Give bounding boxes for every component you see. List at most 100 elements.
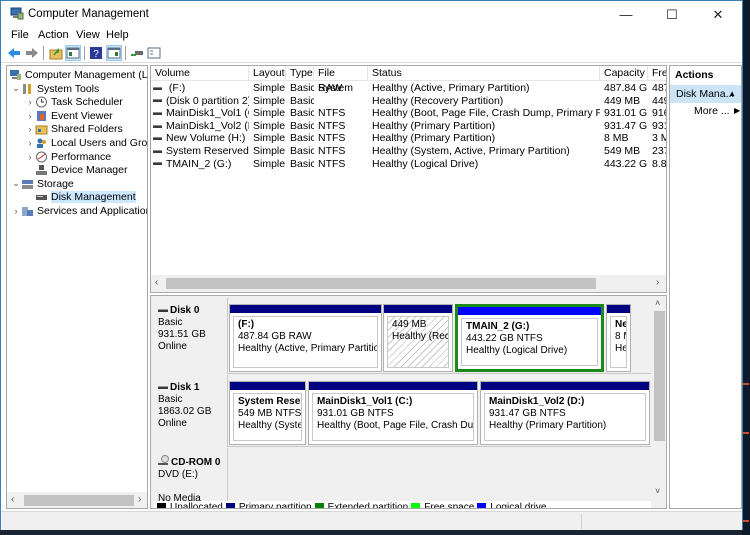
volume-cell-volume: New Volume (H:) — [153, 132, 249, 145]
menu-action[interactable]: Action — [38, 29, 69, 41]
column-file-system[interactable]: File System — [314, 66, 368, 94]
partition-block[interactable]: TMAIN_2 (G:) 443.22 GB NTFS Healthy (Logic… — [455, 304, 604, 372]
volume-row[interactable]: New Volume (H:) Simple Basic NTFS Healthy (P… — [151, 132, 666, 145]
partition-details: New Volume (H:)8 MBHealthy — [610, 316, 627, 368]
cell-text: Healthy (Primary Partition) — [372, 119, 496, 132]
collapsed-chevron-icon[interactable]: › — [25, 138, 35, 148]
cell-text: 237 — [652, 145, 666, 157]
cell-text: Healthy (Primary Partition) — [372, 132, 496, 145]
volume-list-horizontal-scrollbar[interactable]: ‹ › — [151, 275, 666, 292]
volume-cell-free: 8.84 — [652, 158, 666, 171]
tree-item-local-users-and-groups[interactable]: › Local Users and Groups — [25, 136, 148, 149]
scroll-left-arrow[interactable]: ‹ — [11, 494, 14, 505]
tree-item-disk-management[interactable]: Disk Management — [25, 191, 136, 204]
disk-info-cd-rom-0[interactable]: CD-ROM 0 DVD (E:) No Media — [154, 448, 228, 506]
volume-cell-status: Healthy (Boot, Page File, Crash Dump, Pr… — [372, 107, 600, 120]
column-free[interactable]: Free — [648, 66, 666, 81]
tree-item-device-manager[interactable]: Device Manager — [25, 164, 127, 177]
cell-text: 916 — [652, 107, 666, 120]
maximize-button[interactable]: ☐ — [649, 1, 695, 28]
forward-arrow-icon[interactable] — [25, 46, 39, 60]
partition-block[interactable]: System Reserved549 MB NTFSHealthy (Syste… — [229, 381, 306, 445]
close-button[interactable]: ✕ — [695, 1, 741, 28]
scroll-thumb[interactable] — [24, 495, 134, 506]
disk-name: Disk 1 — [158, 382, 227, 394]
volume-row[interactable]: System Reserved Simple Basic NTFS Healthy (S… — [151, 145, 666, 158]
actions-more-item[interactable]: More ... ▶ — [694, 105, 740, 117]
scroll-right-arrow[interactable]: › — [138, 494, 141, 505]
volume-row[interactable]: TMAIN_2 (G:) Simple Basic NTFS Healthy (Logi… — [151, 158, 666, 171]
volume-row[interactable]: MainDisk1_Vol2 (D:) Simple Basic NTFS Health… — [151, 120, 666, 133]
svg-text:?: ? — [93, 49, 99, 60]
actions-section-disk-management[interactable]: Disk Mana... ▲ — [670, 85, 741, 103]
tree-item-event-viewer[interactable]: › Event Viewer — [25, 109, 113, 122]
expanded-chevron-icon[interactable]: ⌄ — [11, 178, 21, 189]
tree-item-shared-folders[interactable]: › Shared Folders — [25, 123, 123, 136]
back-arrow-icon[interactable] — [7, 46, 21, 60]
tree-item-label: Disk Management — [51, 191, 136, 204]
menu-view[interactable]: View — [76, 29, 100, 41]
column-type[interactable]: Type — [286, 66, 314, 81]
volume-cell-fs: NTFS — [318, 158, 368, 171]
computer-management-icon — [10, 7, 24, 20]
disk-view-vertical-scrollbar[interactable]: ˄ ˅ — [652, 296, 666, 508]
scroll-up-arrow[interactable]: ˄ — [655, 298, 660, 308]
tree-item-services-and-applications[interactable]: › Services and Applications — [11, 204, 148, 217]
tree-item-task-scheduler[interactable]: › Task Scheduler — [25, 96, 123, 109]
menu-file[interactable]: File — [11, 29, 29, 41]
partition-block[interactable]: MainDisk1_Vol2 (D:) 931.47 GB NTFS Healthy… — [480, 381, 650, 445]
collapse-up-icon[interactable]: ▲ — [728, 85, 736, 103]
partition-block[interactable]: (F:) 487.84 GB RAW Healthy (Active, Primar… — [229, 304, 382, 372]
partition-block[interactable]: New Volume (H:)8 MBHealthy — [606, 304, 631, 372]
column-layout[interactable]: Layout — [249, 66, 286, 81]
column-capacity[interactable]: Capacity — [600, 66, 648, 81]
title-bar[interactable]: Computer Management — ☐ ✕ — [1, 1, 742, 28]
volume-row[interactable]: MainDisk1_Vol1 (C:) Simple Basic NTFS Health… — [151, 107, 666, 120]
help-icon[interactable]: ? — [89, 46, 103, 60]
volume-row[interactable]: (F:) Simple Basic RAW Healthy (Active, Prima… — [151, 82, 666, 95]
show-hide-action-pane-icon[interactable] — [106, 45, 122, 61]
tree-root-computer-management[interactable]: Computer Management (Local — [9, 68, 147, 81]
partition-name: MainDisk1_Vol1 (C:) — [317, 396, 413, 407]
properties-icon[interactable] — [147, 46, 161, 60]
expanded-chevron-icon[interactable]: ⌄ — [11, 83, 21, 94]
partition-block[interactable]: MainDisk1_Vol1 (C:) 931.01 GB NTFS Healthy… — [308, 381, 478, 445]
disk-info-disk-0[interactable]: Disk 0 Basic 931.51 GB Online — [154, 298, 228, 374]
scroll-left-arrow[interactable]: ‹ — [155, 277, 158, 288]
up-folder-icon[interactable] — [49, 46, 63, 60]
tree-item-system-tools[interactable]: ⌄ System Tools — [11, 82, 99, 95]
connect-icon[interactable] — [130, 46, 144, 60]
scroll-right-arrow[interactable]: › — [656, 277, 659, 288]
event-viewer-icon — [37, 110, 46, 121]
menu-help[interactable]: Help — [106, 29, 129, 41]
scroll-thumb[interactable] — [654, 311, 665, 441]
disk-drive-icon — [158, 385, 168, 389]
disk-info-disk-1[interactable]: Disk 1 Basic 1863.02 GB Online — [154, 375, 228, 447]
collapsed-chevron-icon[interactable]: › — [25, 111, 35, 121]
collapsed-chevron-icon[interactable]: › — [25, 124, 35, 134]
tree-item-storage[interactable]: ⌄ Storage — [11, 177, 74, 190]
minimize-button[interactable]: — — [603, 1, 649, 28]
collapsed-chevron-icon[interactable]: › — [11, 206, 21, 216]
column-volume[interactable]: Volume — [151, 66, 249, 81]
scroll-thumb[interactable] — [166, 278, 596, 289]
show-hide-console-tree-icon[interactable] — [65, 45, 81, 61]
volume-row[interactable]: (Disk 0 partition 2) Simple Basic Healthy (… — [151, 95, 666, 108]
shared-folders-icon — [35, 125, 48, 135]
cell-text: Healthy (Active, Primary Partition) — [372, 82, 530, 94]
partition-block[interactable]: 449 MBHealthy (Recovery Partition) — [383, 304, 453, 372]
volume-cell-volume: (Disk 0 partition 2) — [153, 95, 249, 108]
tree-horizontal-scrollbar[interactable]: ‹ › — [7, 492, 147, 508]
scroll-down-arrow[interactable]: ˅ — [655, 486, 660, 496]
cdrom-icon — [158, 455, 169, 465]
cell-text: TMAIN_2 (G:) — [166, 157, 232, 170]
collapsed-chevron-icon[interactable]: › — [25, 152, 35, 162]
column-status[interactable]: Status — [368, 66, 600, 81]
cell-text: NTFS — [318, 132, 346, 145]
cell-text: Basic — [290, 132, 314, 145]
collapsed-chevron-icon[interactable]: › — [25, 97, 35, 107]
cell-text: Simple — [253, 145, 286, 157]
partition-size: 931.47 GB NTFS — [489, 408, 566, 419]
tree-item-performance[interactable]: › Performance — [25, 150, 112, 163]
partition-size: 443.22 GB NTFS — [466, 333, 543, 344]
